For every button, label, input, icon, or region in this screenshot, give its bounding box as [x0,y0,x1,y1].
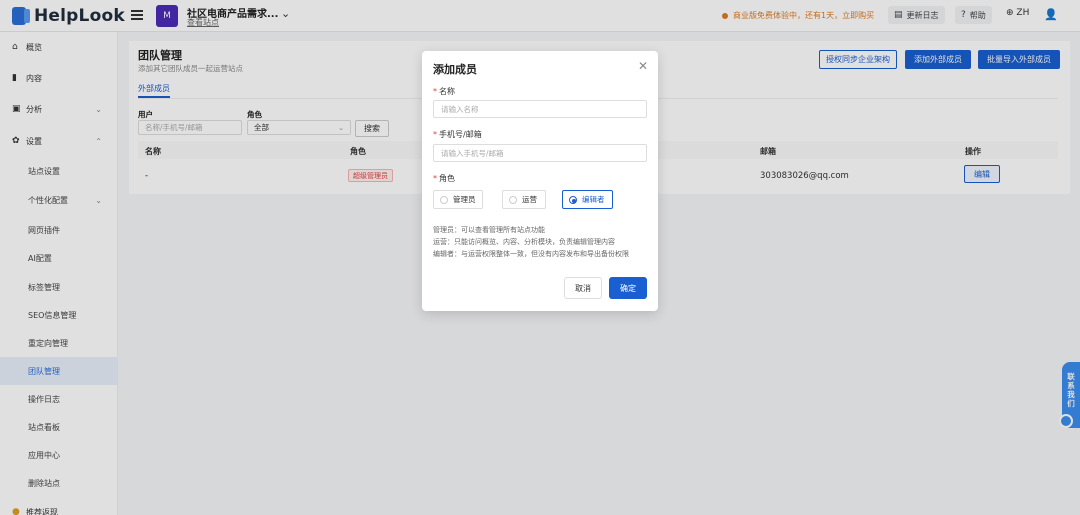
radio-selected-icon [569,195,577,204]
cancel-button[interactable]: 取消 [564,277,602,299]
name-field-label: * 名称 [433,86,455,97]
add-member-dialog: 添加成员 ✕ * 名称 请输入名称 * 手机号/邮箱 请输入手机号/邮箱 * 角色 管… [422,51,658,311]
role-option-label: 编辑者 [582,195,605,204]
role-field-label: * 角色 [433,173,455,184]
name-label-text: 名称 [439,87,455,96]
role-option-label: 运营 [522,195,537,204]
role-option-editor[interactable]: 编辑者 [562,190,613,209]
required-marker: * [433,174,437,183]
role-label-text: 角色 [439,174,455,183]
close-icon[interactable]: ✕ [638,59,648,73]
dialog-title: 添加成员 [433,63,477,76]
role-option-label: 管理员 [453,195,476,204]
radio-icon [509,195,517,204]
name-input[interactable]: 请输入名称 [433,100,647,118]
contact-label-text: 手机号/邮箱 [439,130,482,139]
confirm-button[interactable]: 确定 [609,277,647,299]
contact-input[interactable]: 请输入手机号/邮箱 [433,144,647,162]
role-option-admin[interactable]: 管理员 [433,190,483,209]
required-marker: * [433,87,437,96]
role-desc-editor: 编辑者：与运营权限整体一致，但没有内容发布和导出备份权限 [433,250,629,258]
role-desc-ops: 运营：只能访问概览、内容、分析模块，负责编辑管理内容 [433,238,615,246]
contact-field-label: * 手机号/邮箱 [433,129,482,140]
role-desc-admin: 管理员：可以查看管理所有站点功能 [433,226,545,234]
radio-icon [440,195,448,204]
required-marker: * [433,130,437,139]
role-option-ops[interactable]: 运营 [502,190,546,209]
